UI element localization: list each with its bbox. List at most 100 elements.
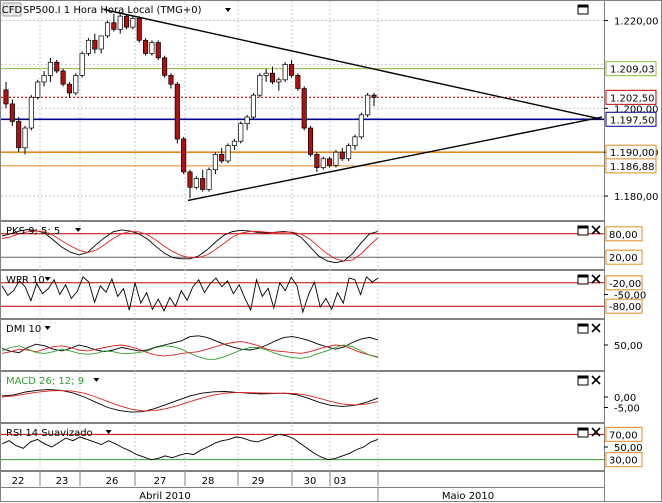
candle — [79, 51, 85, 78]
indicator-maximize-button[interactable] — [577, 225, 589, 236]
indicator-level-label: 30,00 — [609, 456, 638, 467]
dmi-panel-frame — [0, 319, 605, 371]
candle — [3, 81, 9, 109]
indicator-title[interactable]: RSI 14 Suavizado — [6, 428, 93, 439]
candle — [346, 143, 352, 161]
candle — [314, 152, 320, 172]
candle-body — [136, 18, 142, 41]
indicator-title[interactable]: WPR 10 — [6, 275, 45, 286]
indicator-title-group[interactable]: RSI 14 Suavizado — [6, 428, 112, 439]
indicator-maximize-button[interactable] — [577, 375, 589, 386]
panel-frames — [0, 0, 662, 502]
candle-body — [327, 158, 333, 166]
indicator-title-group[interactable]: WPR 10 — [6, 275, 51, 286]
candle — [54, 60, 60, 74]
indicator-maximize-button[interactable] — [577, 323, 589, 334]
indicator-maximize-button[interactable] — [577, 427, 589, 438]
day-label: 29 — [252, 476, 265, 487]
indicator-title-group[interactable]: MACD 26; 12; 9 — [6, 376, 100, 387]
indicator-close-button[interactable] — [591, 274, 601, 284]
price-level-box[interactable]: 1.190,00 — [605, 144, 657, 160]
candle-body — [162, 57, 168, 76]
main-title[interactable]: SP500.I 1 Hora Hora Local (TMG+0) — [23, 5, 202, 16]
candle-body — [301, 88, 307, 129]
candle-body — [371, 94, 377, 98]
indicator-close-button[interactable] — [591, 225, 601, 235]
candle — [92, 33, 98, 54]
candle — [9, 99, 15, 126]
candle-body — [288, 64, 295, 76]
indicator-level-box[interactable]: 20,00 — [605, 249, 643, 265]
indicator-close-button[interactable] — [591, 375, 601, 385]
price-level-box[interactable]: 1.209,03 — [605, 61, 657, 77]
indicator-panel: 0,00-5,00 MACD 26; 12; 9 — [1, 375, 640, 415]
indicator-title[interactable]: DMI 10 — [6, 324, 41, 335]
candle — [288, 60, 295, 78]
candle — [257, 73, 263, 98]
candle-body — [187, 171, 193, 188]
candle — [308, 125, 314, 157]
indicator-title[interactable]: MACD 26; 12; 9 — [6, 376, 84, 387]
dropdown-arrow-icon[interactable] — [44, 277, 51, 281]
candle — [206, 167, 212, 192]
candle-body — [98, 35, 104, 50]
indicator-level-box[interactable]: 80,00 — [605, 226, 643, 242]
candle-body — [314, 154, 320, 168]
dropdown-arrow-icon[interactable] — [44, 326, 51, 330]
cfd-logo-text: CFD — [2, 5, 23, 16]
indicator-maximize-button[interactable] — [577, 274, 589, 285]
indicator-level-box[interactable]: 30,00 — [605, 452, 643, 468]
indicator-level-box[interactable]: 70,00 — [605, 426, 643, 442]
candle-body — [282, 64, 288, 81]
indicator-level-label: -80,00 — [609, 302, 641, 313]
close-icon[interactable] — [591, 225, 601, 235]
candle — [124, 13, 130, 30]
day-label: 28 — [202, 476, 215, 487]
candle-body — [181, 138, 187, 173]
candle — [174, 81, 180, 144]
dropdown-arrow-icon[interactable] — [93, 378, 100, 382]
close-icon[interactable] — [591, 323, 601, 333]
indicator-level-box[interactable]: -20,00 — [605, 275, 643, 291]
candle — [365, 92, 371, 118]
day-label: 30 — [304, 476, 317, 487]
main-title-group[interactable]: CFD SP500.I 1 Hora Hora Local (TMG+0) — [2, 2, 231, 17]
day-label: 26 — [106, 476, 119, 487]
candle — [162, 55, 168, 78]
price-level-box[interactable]: 1.202,50 — [605, 89, 657, 105]
candle — [269, 66, 276, 85]
candle — [212, 152, 218, 175]
indicator-tick-label: -5,00 — [614, 404, 640, 415]
candle-body — [238, 123, 244, 142]
indicator-level-label: 80,00 — [609, 230, 638, 241]
close-icon[interactable] — [591, 375, 601, 385]
price-axis: 1.220,001.200,001.190,001.180,001.209,03… — [604, 17, 659, 203]
y-tick-label: 1.180,00 — [614, 192, 659, 203]
indicator-title-group[interactable]: PKS 9; 5; 5 — [6, 226, 82, 237]
candle — [35, 79, 41, 100]
candle-body — [28, 96, 34, 129]
candle — [136, 16, 142, 43]
main-maximize-button[interactable] — [577, 4, 589, 15]
indicator-title[interactable]: PKS 9; 5; 5 — [6, 226, 60, 237]
price-level-box-label: 1.209,03 — [610, 65, 655, 76]
candle-body — [320, 158, 326, 168]
candle-body — [365, 94, 371, 116]
dropdown-arrow-icon[interactable] — [105, 430, 112, 434]
price-level-box[interactable]: 1.197,50 — [605, 111, 657, 127]
close-icon[interactable] — [591, 274, 601, 284]
candle — [143, 38, 149, 56]
price-level-box[interactable]: 1.186,88 — [605, 158, 657, 174]
candle-body — [352, 136, 358, 146]
candle-body — [346, 145, 352, 160]
time-axis-frame — [0, 471, 605, 502]
indicator-series-line — [1, 390, 379, 412]
candle — [155, 40, 161, 61]
candle-body — [149, 42, 155, 54]
candle-body — [339, 151, 345, 160]
dropdown-arrow-icon[interactable] — [225, 8, 231, 12]
trendline[interactable] — [187, 116, 603, 202]
candle-body — [35, 81, 41, 98]
indicator-title-group[interactable]: DMI 10 — [6, 324, 51, 335]
indicator-close-button[interactable] — [591, 323, 601, 333]
